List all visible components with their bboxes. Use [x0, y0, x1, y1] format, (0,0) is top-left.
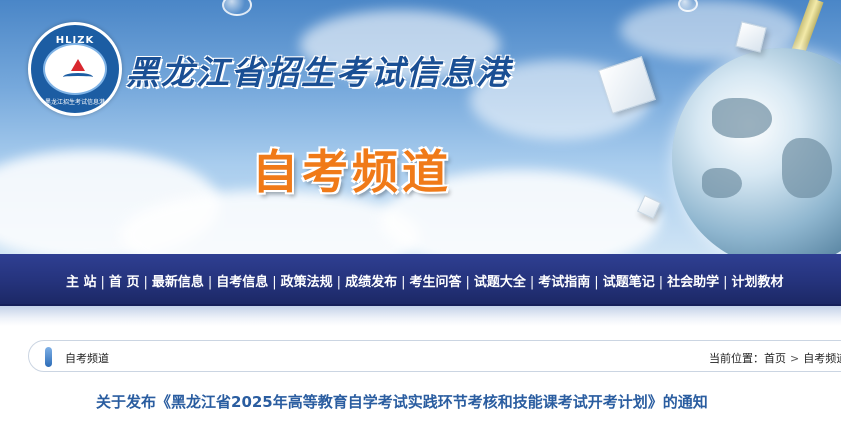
nav-separator: | — [529, 275, 535, 290]
main-nav: 主 站 | 首 页 | 最新信息 | 自考信息 | 政策法规 | 成绩发布 | 考生问答 | 试题大全 | 考试… — [0, 254, 841, 306]
section-marker-icon — [45, 347, 52, 367]
nav-separator: | — [594, 275, 599, 290]
nav-separator: | — [143, 275, 148, 290]
nav-separator: | — [207, 275, 213, 290]
nav-item-8[interactable]: 考试指南 — [538, 271, 590, 290]
article-title[interactable]: 关于发布《黑龙江省2025年高等教育自学考试实践环节考核和技能课考试开考计划》的… — [96, 391, 708, 412]
nav-separator: | — [723, 275, 728, 290]
breadcrumb-arrow-icon: > — [790, 352, 800, 365]
site-logo[interactable]: HLJZK 黑龙江招生考试信息港 — [28, 22, 122, 116]
nav-separator: | — [658, 275, 664, 290]
logo-mark-icon — [71, 59, 85, 71]
location-label: 当前位置： — [709, 352, 764, 365]
nav-item-9[interactable]: 试题笔记 — [603, 271, 655, 290]
logo-emblem — [43, 43, 107, 95]
book-icon — [63, 73, 93, 81]
breadcrumb-home-link[interactable]: 首页 — [764, 352, 786, 365]
nav-separator: | — [401, 275, 406, 290]
nav-item-2[interactable]: 最新信息 — [152, 271, 204, 290]
breadcrumb-bar: 自考频道 当前位置：首页>自考频道 — [28, 340, 841, 372]
breadcrumb-channel-link[interactable]: 自考频道 — [803, 352, 841, 365]
nav-item-3[interactable]: 自考信息 — [216, 271, 268, 290]
nav-separator: | — [272, 275, 277, 290]
nav-item-10[interactable]: 社会助学 — [667, 271, 719, 290]
nav-separator: | — [336, 275, 342, 290]
section-name: 自考频道 — [65, 352, 109, 365]
nav-separator: | — [100, 275, 105, 290]
site-title[interactable]: 黑龙江省招生考试信息港 — [126, 46, 511, 94]
channel-title: 自考频道 — [252, 145, 452, 199]
nav-item-5[interactable]: 成绩发布 — [345, 271, 397, 290]
nav-item-7[interactable]: 试题大全 — [474, 271, 526, 290]
breadcrumb: 当前位置：首页 >自考频道 — [709, 350, 841, 366]
bubble-decoration — [222, 0, 252, 16]
nav-separator: | — [465, 275, 470, 290]
nav-list: 主 站 | 首 页 | 最新信息 | 自考信息 | 政策法规 | 成绩发布 | 考生问答 | 试题大全 | 考试… — [66, 271, 784, 290]
logo-bottom-text: 黑龙江招生考试信息港 — [44, 99, 105, 106]
nav-item-0[interactable]: 主 站 — [66, 271, 97, 290]
nav-item-1[interactable]: 首 页 — [109, 271, 140, 290]
nav-shadow — [0, 306, 841, 326]
nav-item-4[interactable]: 政策法规 — [281, 271, 333, 290]
nav-item-11[interactable]: 计划教材 — [732, 271, 784, 290]
globe-image — [672, 48, 841, 254]
nav-item-6[interactable]: 考生问答 — [409, 271, 461, 290]
header-banner: HLJZK 黑龙江招生考试信息港 黑龙江省招生考试信息港 自考频道 — [0, 0, 841, 254]
